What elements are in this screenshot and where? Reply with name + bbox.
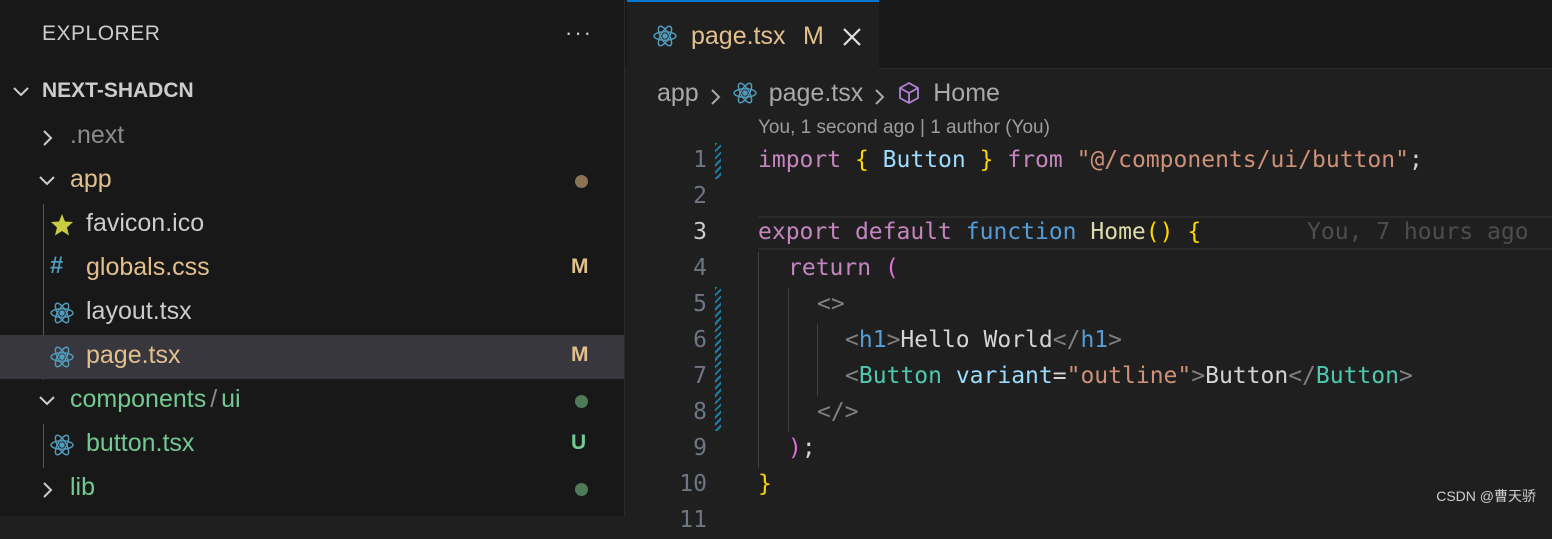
breadcrumb: app page.tsx Home [657, 76, 1000, 110]
file-label: favicon.ico [86, 209, 205, 237]
chevron-right-icon [873, 84, 887, 105]
hash-icon: # [50, 252, 64, 279]
gutter-modified-marker [715, 143, 721, 179]
code-text: export default function Home() { [758, 219, 1202, 245]
explorer-sidebar: EXPLORER ··· NEXT-SHADCN .next app favic… [0, 0, 625, 516]
cube-symbol-icon [897, 81, 921, 105]
tree-item-lib[interactable]: lib [0, 467, 624, 511]
tab-page-tsx[interactable]: page.tsx M [627, 0, 879, 69]
modified-dot [575, 175, 588, 188]
gutter-modified-marker [715, 287, 721, 323]
line-number: 6 [693, 327, 707, 353]
gutter-modified-marker [715, 395, 721, 431]
line-number: 10 [679, 471, 707, 497]
chevron-right-icon [709, 84, 723, 105]
file-label: layout.tsx [86, 297, 192, 325]
code-line: 10 } [625, 467, 1552, 503]
breadcrumb-file[interactable]: page.tsx [769, 79, 864, 108]
folder-label: lib [70, 473, 96, 501]
more-actions-button[interactable]: ··· [562, 18, 596, 52]
untracked-dot [575, 483, 588, 496]
file-label: globals.css [86, 253, 210, 281]
line-number: 11 [679, 507, 707, 533]
react-icon [50, 301, 74, 325]
tree-item-layout-tsx[interactable]: layout.tsx [0, 291, 624, 335]
tree-item-components-ui[interactable]: components / ui [0, 379, 624, 423]
tree-item-favicon[interactable]: favicon.ico [0, 203, 624, 247]
tree-item-button-tsx[interactable]: button.tsx U [0, 423, 624, 467]
tree-item-app[interactable]: app [0, 159, 624, 203]
react-icon [653, 24, 677, 48]
breadcrumb-folder[interactable]: app [657, 79, 699, 108]
code-text: return ( [788, 255, 899, 281]
git-status-badge: M [571, 343, 589, 366]
code-text: } [758, 471, 772, 497]
chevron-down-icon [12, 84, 29, 100]
tab-label: page.tsx [691, 22, 786, 50]
gutter-modified-marker [715, 323, 721, 359]
line-number: 4 [693, 255, 707, 281]
line-number: 1 [693, 147, 707, 173]
line-number: 7 [693, 363, 707, 389]
code-text: <> [817, 291, 845, 317]
code-line: 7 <Button variant="outline">Button</Butt… [625, 359, 1552, 395]
code-line: 5 <> [625, 287, 1552, 323]
line-number: 2 [693, 183, 707, 209]
code-text: </> [817, 399, 859, 425]
code-text: <Button variant="outline">Button</Button… [845, 363, 1413, 389]
git-status-badge: M [571, 255, 589, 278]
line-number: 3 [693, 219, 707, 245]
code-text: import { Button } from "@/components/ui/… [758, 147, 1423, 173]
chevron-right-icon [40, 129, 56, 146]
code-line-current: 3 export default function Home() { You, … [625, 215, 1552, 251]
breadcrumb-symbol[interactable]: Home [933, 79, 1000, 108]
root-folder-label: NEXT-SHADCN [42, 79, 194, 102]
tree-item-globals-css[interactable]: # globals.css M [0, 247, 624, 291]
gutter-modified-marker [715, 359, 721, 395]
code-line: 8 </> [625, 395, 1552, 431]
tree-item-next[interactable]: .next [0, 115, 624, 159]
file-label: page.tsx [86, 341, 181, 369]
tab-bar: page.tsx M [625, 0, 1552, 69]
code-line: 4 return ( [625, 251, 1552, 287]
code-text: <h1>Hello World</h1> [845, 327, 1123, 353]
code-line: 1 import { Button } from "@/components/u… [625, 143, 1552, 179]
tab-status-badge: M [803, 22, 824, 50]
line-number: 9 [693, 435, 707, 461]
watermark: CSDN @曹天骄 [1436, 488, 1536, 504]
close-icon[interactable] [841, 26, 863, 48]
chevron-right-icon [40, 481, 56, 498]
react-icon [50, 345, 74, 369]
file-label: button.tsx [86, 429, 195, 457]
explorer-title: EXPLORER [42, 22, 161, 45]
code-text: ); [788, 435, 816, 461]
folder-label: app [70, 165, 112, 193]
folder-label: .next [70, 121, 125, 149]
untracked-dot [575, 395, 588, 408]
line-number: 8 [693, 399, 707, 425]
code-line: 2 [625, 179, 1552, 215]
inline-blame: You, 7 hours ago [1307, 219, 1529, 245]
chevron-down-icon [38, 173, 55, 189]
react-icon [50, 433, 74, 457]
tree-item-page-tsx[interactable]: page.tsx M [0, 335, 624, 379]
folder-label: components / ui [70, 385, 241, 413]
code-line: 6 <h1>Hello World</h1> [625, 323, 1552, 359]
git-status-badge: U [571, 431, 587, 454]
tree-root-folder[interactable]: NEXT-SHADCN [0, 70, 624, 114]
code-line: 11 [625, 503, 1552, 539]
chevron-down-icon [38, 393, 55, 409]
code-line: 9 ); [625, 431, 1552, 467]
line-number: 5 [693, 291, 707, 317]
react-icon [732, 81, 757, 105]
star-icon [50, 213, 74, 237]
codelens-blame[interactable]: You, 1 second ago | 1 author (You) [758, 117, 1050, 139]
editor-area: page.tsx M app page.tsx Home You, 1 seco… [625, 0, 1552, 533]
